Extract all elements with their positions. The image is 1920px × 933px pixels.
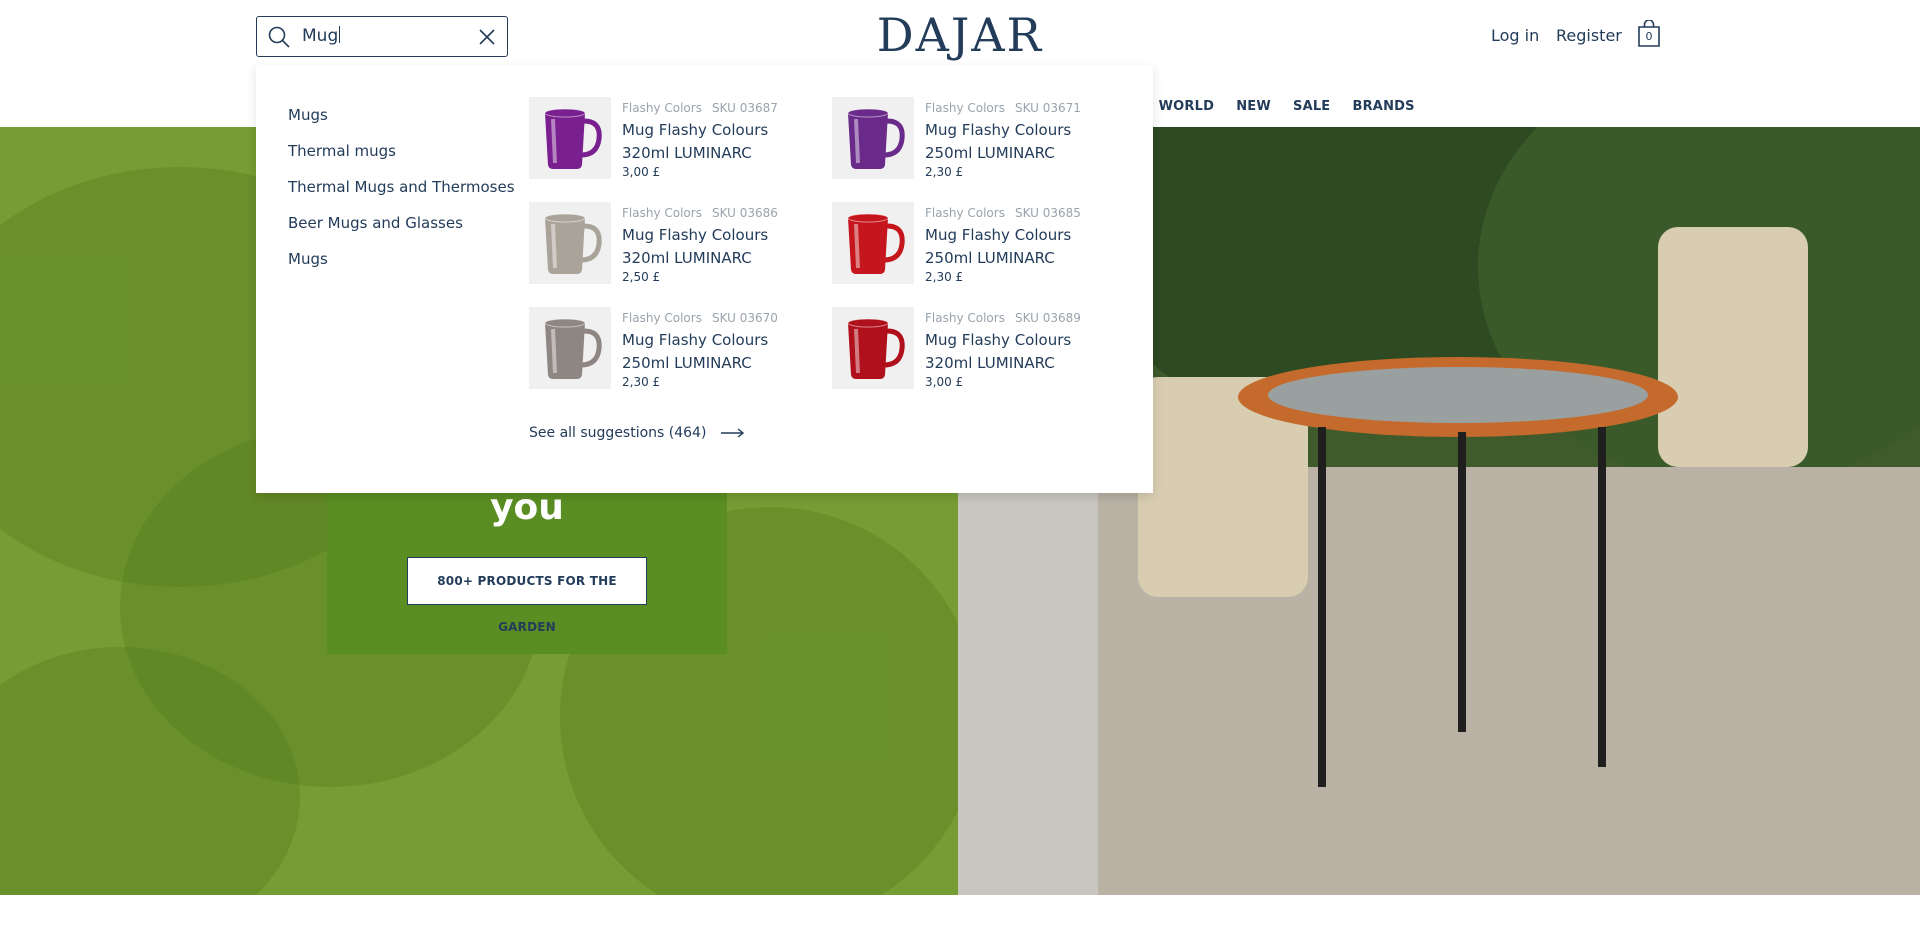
product-image[interactable] bbox=[529, 202, 611, 284]
product-brand: Flashy Colors bbox=[925, 206, 1005, 220]
product-price: 3,00 £ bbox=[622, 165, 661, 179]
suggestion-list: Mugs Thermal mugs Thermal Mugs and Therm… bbox=[288, 105, 515, 285]
product-name[interactable]: Mug Flashy Colours 320ml LUMINARC bbox=[622, 119, 792, 165]
product-sku: SKU 03686 bbox=[712, 206, 778, 220]
mug-illustration bbox=[847, 108, 905, 169]
product-image[interactable] bbox=[832, 97, 914, 179]
product-name[interactable]: Mug Flashy Colours 250ml LUMINARC bbox=[925, 224, 1095, 270]
mug-illustration bbox=[544, 213, 602, 274]
product-sku: SKU 03687 bbox=[712, 101, 778, 115]
mug-illustration bbox=[847, 318, 905, 379]
product-price: 2,30 £ bbox=[925, 165, 964, 179]
hero-headline: you bbox=[490, 487, 564, 528]
product-name[interactable]: Mug Flashy Colours 320ml LUMINARC bbox=[925, 329, 1095, 375]
product-image[interactable] bbox=[529, 97, 611, 179]
search-input[interactable]: Mug bbox=[302, 26, 340, 46]
suggestion-item[interactable]: Thermal Mugs and Thermoses bbox=[288, 177, 515, 213]
mug-illustration bbox=[544, 318, 602, 379]
product-brand: Flashy Colors bbox=[622, 311, 702, 325]
garden-products-button[interactable]: 800+ PRODUCTS FOR THE GARDEN bbox=[407, 557, 647, 634]
register-link[interactable]: Register bbox=[1556, 26, 1622, 45]
suggestion-item[interactable]: Mugs bbox=[288, 249, 515, 285]
search-suggestions-dropdown: Mugs Thermal mugs Thermal Mugs and Therm… bbox=[256, 65, 1153, 493]
product-card[interactable]: Flashy Colors SKU 03685 Mug Flashy Colou… bbox=[832, 202, 1122, 288]
see-all-suggestions-link[interactable]: See all suggestions (464) bbox=[529, 425, 745, 441]
mug-illustration bbox=[544, 108, 602, 169]
product-image[interactable] bbox=[529, 307, 611, 389]
site-logo[interactable]: DAJAR bbox=[870, 8, 1050, 62]
main-nav: EN'S WORLD NEW SALE BRANDS bbox=[1120, 95, 1432, 114]
product-brand: Flashy Colors bbox=[622, 206, 702, 220]
product-card[interactable]: Flashy Colors SKU 03686 Mug Flashy Colou… bbox=[529, 202, 819, 288]
search-box[interactable]: Mug bbox=[256, 16, 508, 57]
see-all-label: See all suggestions (464) bbox=[529, 425, 707, 441]
login-link[interactable]: Log in bbox=[1491, 26, 1539, 45]
product-price: 3,00 £ bbox=[925, 375, 964, 389]
product-brand: Flashy Colors bbox=[925, 311, 1005, 325]
clear-search-icon[interactable] bbox=[477, 27, 497, 47]
product-sku: SKU 03670 bbox=[712, 311, 778, 325]
product-card[interactable]: Flashy Colors SKU 03670 Mug Flashy Colou… bbox=[529, 307, 819, 393]
arrow-right-icon bbox=[720, 428, 745, 438]
suggestion-item[interactable]: Thermal mugs bbox=[288, 141, 515, 177]
suggestion-item[interactable]: Beer Mugs and Glasses bbox=[288, 213, 515, 249]
product-price: 2,30 £ bbox=[925, 270, 964, 284]
product-brand: Flashy Colors bbox=[622, 101, 702, 115]
mug-illustration bbox=[847, 213, 905, 274]
product-sku: SKU 03689 bbox=[1015, 311, 1081, 325]
nav-item-new[interactable]: NEW bbox=[1236, 99, 1271, 114]
cart-button[interactable]: 0 bbox=[1637, 20, 1661, 48]
cart-count: 0 bbox=[1645, 30, 1653, 43]
nav-item-sale[interactable]: SALE bbox=[1293, 99, 1330, 114]
product-card[interactable]: Flashy Colors SKU 03689 Mug Flashy Colou… bbox=[832, 307, 1122, 393]
product-image[interactable] bbox=[832, 307, 914, 389]
product-image[interactable] bbox=[832, 202, 914, 284]
product-sku: SKU 03685 bbox=[1015, 206, 1081, 220]
suggestion-item[interactable]: Mugs bbox=[288, 105, 515, 141]
product-card[interactable]: Flashy Colors SKU 03687 Mug Flashy Colou… bbox=[529, 97, 819, 183]
nav-item-brands[interactable]: BRANDS bbox=[1352, 99, 1414, 114]
product-name[interactable]: Mug Flashy Colours 250ml LUMINARC bbox=[925, 119, 1095, 165]
search-icon[interactable] bbox=[267, 25, 291, 49]
product-sku: SKU 03671 bbox=[1015, 101, 1081, 115]
product-price: 2,50 £ bbox=[622, 270, 661, 284]
product-name[interactable]: Mug Flashy Colours 320ml LUMINARC bbox=[622, 224, 792, 270]
product-price: 2,30 £ bbox=[622, 375, 661, 389]
product-card[interactable]: Flashy Colors SKU 03671 Mug Flashy Colou… bbox=[832, 97, 1122, 183]
product-brand: Flashy Colors bbox=[925, 101, 1005, 115]
product-name[interactable]: Mug Flashy Colours 250ml LUMINARC bbox=[622, 329, 792, 375]
